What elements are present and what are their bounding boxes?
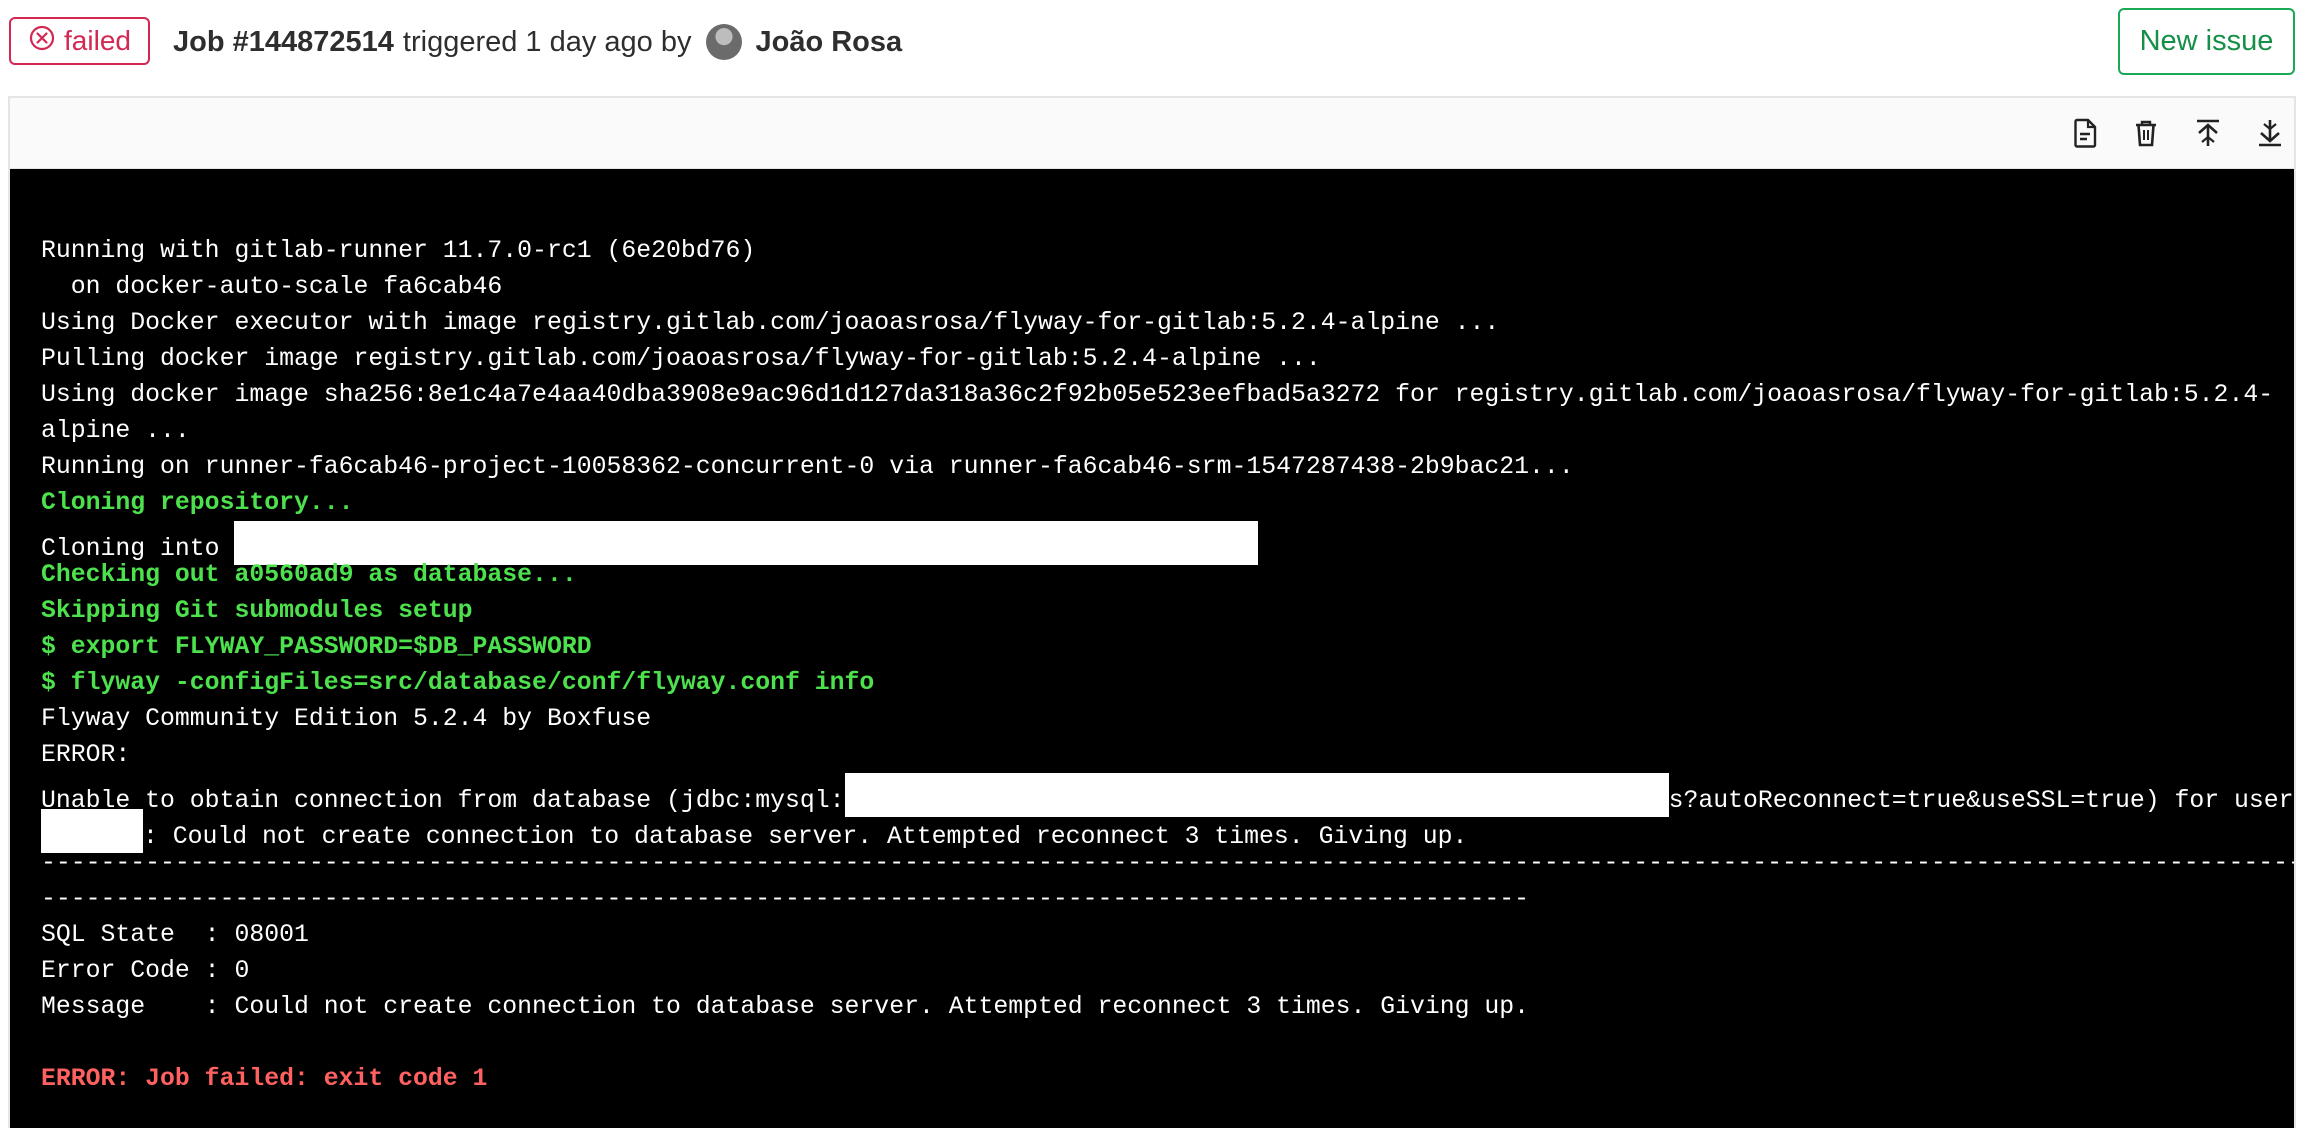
log-line-separator: ----------------------------------------… (41, 885, 1530, 913)
log-line: ERROR: (41, 741, 131, 769)
log-line: Using Docker executor with image registr… (41, 309, 1500, 337)
scroll-bottom-icon[interactable] (2252, 115, 2288, 151)
job-log-panel: Running with gitlab-runner 11.7.0-rc1 (6… (8, 96, 2296, 1128)
log-line-error: ERROR: Job failed: exit code 1 (41, 1065, 488, 1093)
log-line: Error Code : 0 (41, 957, 250, 985)
author-link[interactable]: João Rosa (756, 26, 903, 59)
erase-trash-icon[interactable] (2128, 115, 2164, 151)
avatar[interactable] (705, 24, 742, 60)
log-line-section: Skipping Git submodules setup (41, 597, 473, 625)
log-line-separator: ----------------------------------------… (41, 849, 2294, 877)
log-toolbar (10, 98, 2294, 169)
log-line: Running on runner-fa6cab46-project-10058… (41, 453, 1574, 481)
log-line: Running with gitlab-runner 11.7.0-rc1 (6… (41, 237, 756, 265)
job-id: Job #144872514 (173, 25, 394, 58)
raw-log-icon[interactable] (2067, 115, 2103, 151)
new-issue-button[interactable]: New issue (2118, 8, 2295, 75)
log-output: Running with gitlab-runner 11.7.0-rc1 (6… (10, 169, 2294, 1128)
log-line: Cloning into (41, 521, 2264, 565)
log-line-command: $ flyway -configFiles=src/database/conf/… (41, 669, 875, 697)
log-line: alpine ... (41, 417, 190, 445)
status-label: failed (64, 25, 131, 56)
failed-status-icon (28, 24, 56, 59)
log-line-command: $ export FLYWAY_PASSWORD=$DB_PASSWORD (41, 633, 592, 661)
log-line: Message : Could not create connection to… (41, 993, 1530, 1021)
log-line-section: Cloning repository... (41, 489, 354, 517)
status-badge[interactable]: failed (9, 17, 150, 65)
job-summary: Job #144872514 triggered 1 day ago by Jo… (173, 21, 902, 63)
log-line: Pulling docker image registry.gitlab.com… (41, 345, 1321, 373)
log-line: Unable to obtain connection from databas… (41, 773, 2294, 817)
log-line: Flyway Community Edition 5.2.4 by Boxfus… (41, 705, 652, 733)
log-line-blank (41, 1025, 2264, 1061)
log-line: on docker-auto-scale fa6cab46 (41, 273, 503, 301)
scroll-top-icon[interactable] (2190, 115, 2226, 151)
log-line: SQL State : 08001 (41, 921, 309, 949)
log-text: s?autoReconnect=true&useSSL=true) for us… (1668, 787, 2294, 815)
triggered-text: triggered 1 day ago by (402, 25, 692, 58)
job-header: failed Job #144872514 triggered 1 day ag… (0, 0, 2300, 96)
log-line: Using docker image sha256:8e1c4a7e4aa40d… (41, 381, 2274, 409)
